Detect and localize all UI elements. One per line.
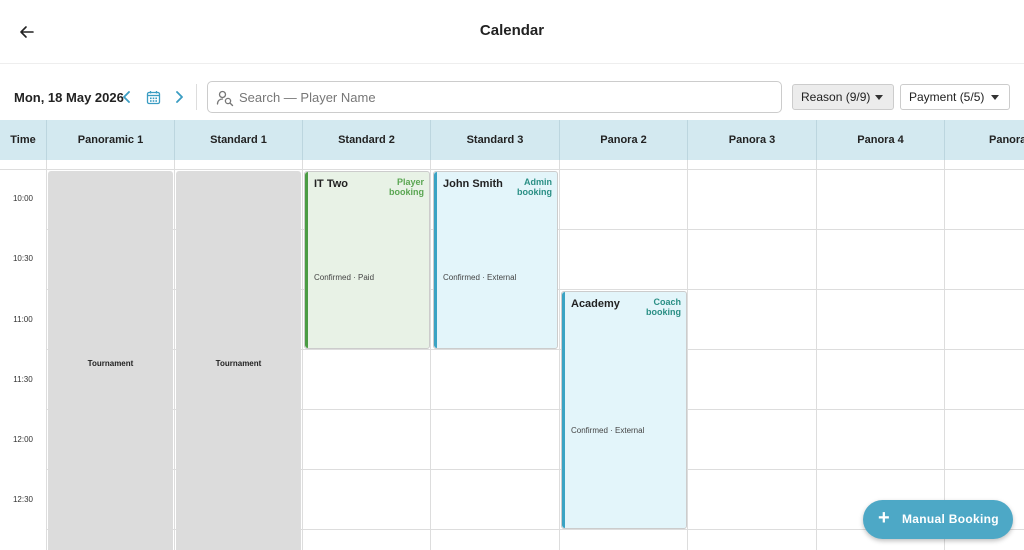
manual-booking-label: Manual Booking	[902, 512, 999, 526]
chevron-right-icon	[176, 91, 183, 103]
grid-line	[46, 160, 47, 550]
time-label: 11:00	[13, 315, 33, 324]
booking-type: Coach booking	[646, 297, 681, 317]
grid-line	[430, 160, 431, 550]
time-label: 10:30	[12, 254, 34, 263]
booking-card[interactable]: John Smith Admin booking Confirmed · Ext…	[433, 171, 558, 349]
time-label: 12:30	[12, 495, 34, 504]
app-header: Calendar	[0, 0, 1024, 64]
booking-name: John Smith	[443, 178, 503, 190]
block-label: Tournament	[87, 359, 134, 368]
booking-type: Admin booking	[517, 177, 552, 197]
grid-line	[559, 160, 560, 550]
booking-color-bar	[562, 292, 565, 528]
plus-icon: +	[878, 507, 890, 529]
grid-line	[302, 160, 303, 550]
payment-filter-dropdown[interactable]: Payment (5/5)	[900, 84, 1010, 110]
booking-type-line: Player	[396, 177, 424, 187]
booking-type-line: booking	[389, 187, 424, 197]
grid-line	[944, 160, 945, 550]
booking-type-line: Admin	[524, 177, 552, 187]
column-header: Standard 2	[303, 120, 431, 160]
booking-type-line: booking	[646, 307, 681, 317]
search-input[interactable]	[239, 83, 769, 111]
all-day-row	[0, 160, 1024, 170]
grid-line	[687, 160, 688, 550]
toolbar: Mon, 18 May 2026 Search — Player Name Re…	[0, 80, 1024, 114]
next-day-button[interactable]	[170, 87, 188, 107]
manual-booking-button[interactable]: + Manual Booking	[863, 500, 1013, 539]
previous-day-button[interactable]	[118, 87, 136, 107]
column-header: Panora	[945, 120, 1024, 160]
time-label: 11:30	[13, 375, 33, 384]
calendar-grid: Time Panoramic 1 Standard 1 Standard 2 S…	[0, 120, 1024, 550]
current-date: Mon, 18 May 2026	[14, 90, 124, 105]
booking-type: Player booking	[389, 177, 424, 197]
booking-status: Confirmed · Paid	[314, 273, 375, 282]
booking-name: IT Two	[314, 178, 349, 190]
person-search-icon	[216, 90, 234, 107]
toolbar-divider	[196, 84, 197, 110]
booking-type-line: Coach	[653, 297, 681, 307]
column-header: Panora 3	[688, 120, 817, 160]
calendar-icon	[146, 90, 160, 104]
booking-type-line: booking	[517, 187, 552, 197]
column-header: Standard 3	[431, 120, 560, 160]
booking-card[interactable]: IT Two Player booking Confirmed · Paid	[304, 171, 430, 349]
caret-down-icon	[875, 95, 883, 100]
booking-status: Confirmed · External	[571, 426, 645, 435]
booking-name: Academy	[571, 298, 620, 310]
column-header: Panora 2	[560, 120, 688, 160]
search-box[interactable]	[207, 81, 782, 113]
booking-color-bar	[434, 172, 437, 348]
chevron-left-icon	[123, 91, 130, 103]
payment-filter-label: Payment (5/5)	[909, 90, 985, 104]
date-picker-button[interactable]	[143, 87, 163, 107]
column-header: Panora 4	[817, 120, 945, 160]
page-title: Calendar	[479, 22, 545, 39]
time-label: 12:00	[12, 435, 34, 444]
booking-status: Confirmed · External	[443, 273, 517, 282]
reason-filter-label: Reason (9/9)	[801, 90, 871, 104]
booking-color-bar	[305, 172, 308, 348]
tournament-block[interactable]: Tournament	[48, 171, 173, 550]
column-header: Panoramic 1	[47, 120, 175, 160]
grid-line	[174, 160, 175, 550]
column-header: Standard 1	[175, 120, 303, 160]
booking-card[interactable]: Academy Coach booking Confirmed · Extern…	[561, 291, 687, 529]
tournament-block[interactable]: Tournament	[176, 171, 301, 550]
calendar-app: Calendar Mon, 18 May 2026 Search — Playe…	[0, 0, 1024, 550]
caret-down-icon	[991, 95, 999, 100]
time-label: 10:00	[12, 194, 34, 203]
time-column-header: Time	[0, 120, 47, 160]
reason-filter-dropdown[interactable]: Reason (9/9)	[792, 84, 894, 110]
block-label: Tournament	[215, 359, 262, 368]
grid-line	[816, 160, 817, 550]
